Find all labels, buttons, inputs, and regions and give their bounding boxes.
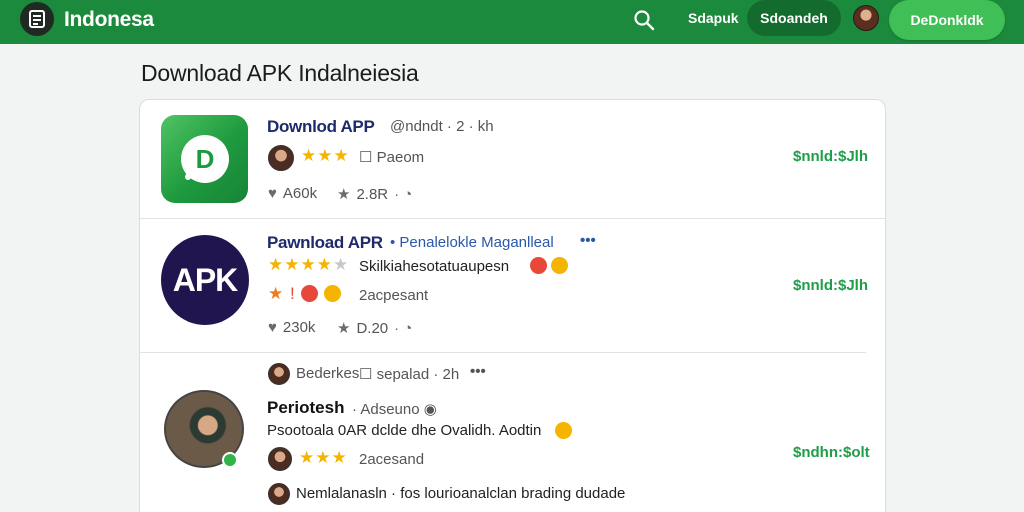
post-subtitle: · Adseuno ◉ xyxy=(352,401,437,418)
svg-text:D: D xyxy=(195,144,214,174)
search-icon xyxy=(634,10,655,31)
pin-icon: ★ xyxy=(337,320,351,337)
nav-pill-button[interactable]: Sdoandeh xyxy=(747,0,841,36)
item-title[interactable]: Pawnload APR xyxy=(267,233,383,253)
item-description: Skilkiahesotatuaupesn xyxy=(359,258,510,275)
comment-icon: · ◔ xyxy=(394,185,413,203)
rating-label: 2acesand xyxy=(359,451,425,468)
more-options-icon[interactable]: ••• xyxy=(580,232,596,249)
checkbox-icon: ☐ xyxy=(359,366,377,383)
heart-icon: ♥ xyxy=(268,185,277,202)
item-meta: @ndndt · 2 · kh xyxy=(390,118,494,135)
author-avatar[interactable] xyxy=(268,363,290,385)
download-cta-button[interactable]: DeDonkldk xyxy=(889,0,1005,40)
chat-download-icon: D xyxy=(180,135,229,183)
document-icon xyxy=(29,10,45,28)
reaction-icons: ★ ! xyxy=(268,284,342,304)
item-price[interactable]: $ndhn:$olt xyxy=(793,444,870,461)
pin-icon: ★ xyxy=(337,186,351,203)
rating-stars: ★★★ xyxy=(301,146,350,165)
author-avatar[interactable] xyxy=(268,145,294,171)
fire-emoji-icon xyxy=(301,285,319,302)
info-circle-icon: ◉ xyxy=(423,401,437,418)
author-avatar[interactable] xyxy=(268,447,292,471)
dot-separator: • xyxy=(390,234,400,251)
author-avatar[interactable] xyxy=(268,483,290,505)
smile-emoji-icon xyxy=(551,257,569,274)
item-price[interactable]: $nnld:$Jlh xyxy=(793,277,868,294)
user-avatar[interactable] xyxy=(853,5,879,31)
likes-stat[interactable]: ♥ A60k xyxy=(268,185,317,202)
nav-link[interactable]: Sdapuk xyxy=(688,10,739,26)
rating-label: ☐ Paeom xyxy=(359,149,425,166)
app-list-card: D Downlod APP @ndndt · 2 · kh ★★★ ☐ Paeo… xyxy=(139,99,886,512)
item-title[interactable]: Downlod APP xyxy=(267,117,375,137)
shares-stat[interactable]: ★ 2.8R · ◔ xyxy=(337,185,413,204)
more-options-icon[interactable]: ••• xyxy=(470,363,486,380)
emoji-icons xyxy=(530,257,569,275)
shares-stat[interactable]: ★ D.20 · ◔ xyxy=(337,319,413,338)
item-meta: • Penalelokle Maganlleal xyxy=(390,234,554,251)
brand-name[interactable]: Indonesa xyxy=(64,8,154,32)
rating-stars: ★★★★★ xyxy=(268,255,350,274)
rating-label: 2acpesant xyxy=(359,287,429,304)
comment-icon: · ◔ xyxy=(394,319,413,337)
smile-emoji-icon xyxy=(555,422,572,440)
footer-text: Nemlalanasln · fos lourioanalclan bradin… xyxy=(296,485,626,502)
likes-stat[interactable]: ♥ 230k xyxy=(268,319,315,336)
item-price[interactable]: $nnld:$Jlh xyxy=(793,148,868,165)
heart-icon: ♥ xyxy=(268,319,277,336)
app-icon-apk[interactable]: APK xyxy=(161,235,249,325)
divider xyxy=(140,218,885,219)
grin-emoji-icon xyxy=(324,285,342,302)
post-description: Psootoala 0AR dclde dhe Ovalidh. Aodtin xyxy=(267,422,542,439)
search-button[interactable] xyxy=(630,6,658,34)
app-icon-download[interactable]: D xyxy=(161,115,248,203)
checkbox-icon: ☐ xyxy=(359,149,377,166)
author-name[interactable]: Bederkes xyxy=(296,365,359,382)
heart-eyes-emoji-icon xyxy=(530,257,547,274)
divider xyxy=(140,352,866,353)
top-navigation-bar: Indonesa Sdapuk Sdoandeh DeDonkldk xyxy=(0,0,1024,44)
app-logo-icon[interactable] xyxy=(20,2,54,36)
page-title: Download APK Indalneiesia xyxy=(141,60,419,86)
rating-stars: ★★★ xyxy=(299,448,348,467)
post-title[interactable]: Periotesh xyxy=(267,398,344,418)
item-meta: ☐ sepalad · 2h xyxy=(359,366,460,383)
online-status-badge xyxy=(222,452,238,468)
